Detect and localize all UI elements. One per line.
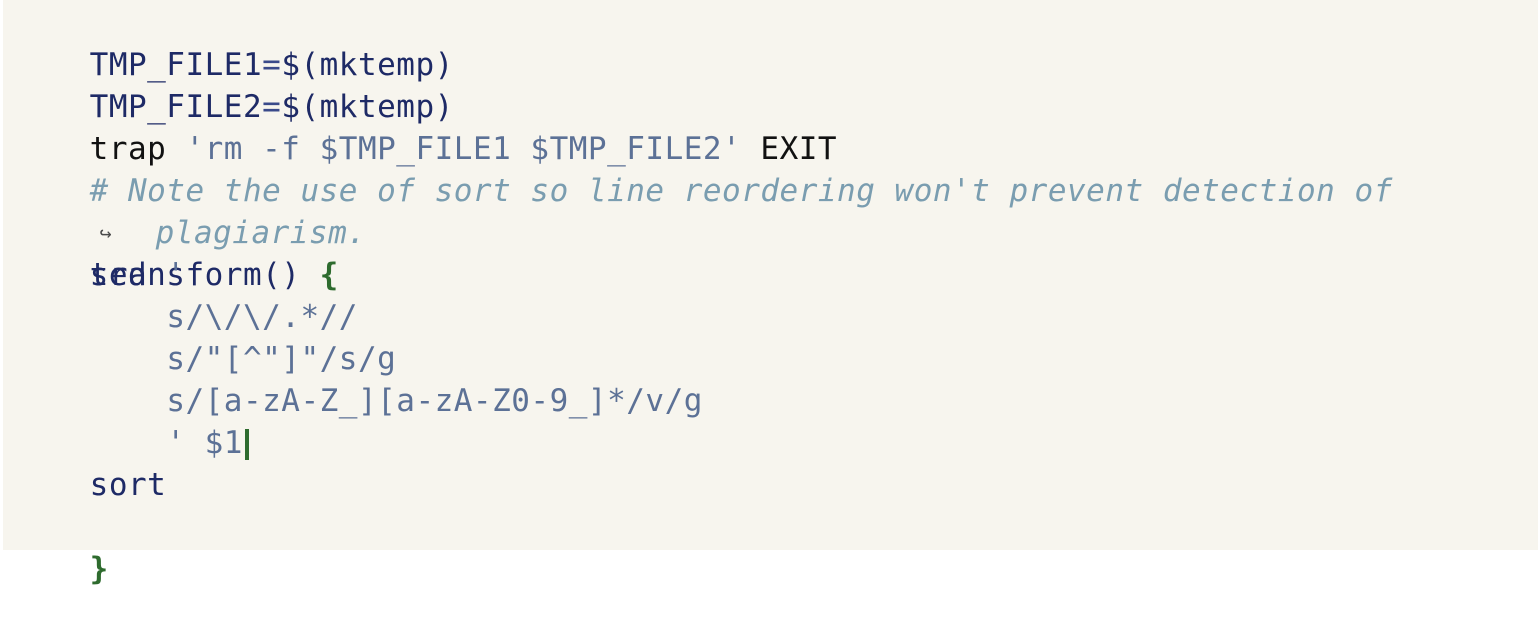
sed-command: sed <box>89 257 148 293</box>
close-brace: } <box>89 551 109 587</box>
code-close-brace-line: } <box>13 506 109 587</box>
text-cursor <box>244 429 249 460</box>
sed-open-quote: ' <box>166 257 186 293</box>
code-sed-close: ' $1 <box>13 422 249 464</box>
sed-rule: s/"[^"]"/s/g <box>166 341 397 377</box>
sed-rule: s/\/\/.*// <box>166 299 358 335</box>
code-sed-line: sed ' <box>13 254 186 296</box>
code-sed-rule-3: s/[a-zA-Z_][a-zA-Z0-9_]*/v/g <box>13 380 703 422</box>
code-line-3: trap 'rm -f $TMP_FILE1 $TMP_FILE2' EXIT <box>13 86 837 167</box>
code-sort-line: sort <box>13 464 166 506</box>
code-sed-rule-2: s/"[^"]"/s/g <box>13 338 396 380</box>
code-comment-wrap-line: ↪ plagiarism. <box>3 170 366 251</box>
code-sed-rule-1: s/\/\/.*// <box>13 296 358 338</box>
code-func-line: transform() { <box>13 212 339 293</box>
sed-rule: s/[a-zA-Z_][a-zA-Z0-9_]*/v/g <box>166 383 703 419</box>
open-brace: { <box>319 257 339 293</box>
code-comment-line: # Note the use of sort so line reorderin… <box>13 128 1393 209</box>
code-line-2: TMP_FILE2=$(mktemp) <box>13 44 454 125</box>
code-line-1: TMP_FILE1=$(mktemp) <box>13 2 454 83</box>
sort-command: sort <box>89 467 167 503</box>
code-editor[interactable]: TMP_FILE1=$(mktemp) TMP_FILE2=$(mktemp) … <box>3 0 1538 587</box>
sed-close-and-arg: ' $1 <box>166 425 243 461</box>
